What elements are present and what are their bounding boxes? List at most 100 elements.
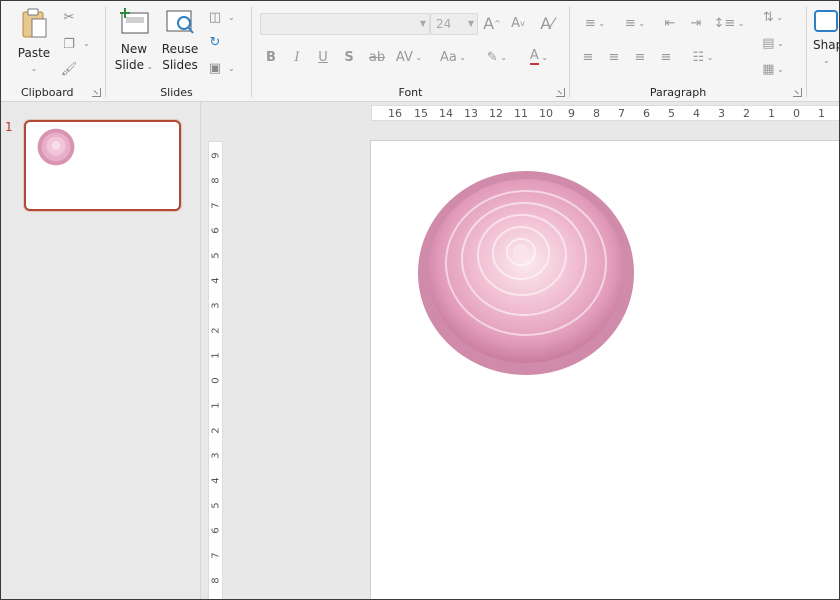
justify-icon: ≡ xyxy=(660,49,672,65)
line-spacing-button[interactable]: ↕≡ ⌄ xyxy=(712,13,746,33)
reuse-label-2: Slides xyxy=(162,58,198,72)
bold-button[interactable]: B xyxy=(262,47,280,67)
bullets-icon: ≡ xyxy=(584,15,596,31)
increase-indent-button[interactable]: ⇥ xyxy=(686,13,706,33)
align-text-icon: ▤ xyxy=(762,35,775,51)
font-launcher-icon[interactable] xyxy=(556,88,565,97)
strikethrough-button[interactable]: ab xyxy=(366,47,388,67)
underline-button[interactable]: U xyxy=(314,47,332,67)
flower-image[interactable] xyxy=(411,163,641,383)
char-spacing-button[interactable]: AV ⌄ xyxy=(394,47,424,67)
align-right-button[interactable]: ≡ xyxy=(630,47,650,67)
columns-button[interactable]: ☷ ⌄ xyxy=(686,47,720,67)
copy-button[interactable]: ❐ xyxy=(58,34,80,54)
clipboard-launcher-icon[interactable] xyxy=(92,88,101,97)
decrease-indent-button[interactable]: ⇤ xyxy=(660,13,680,33)
section-chevron-icon[interactable]: ⌄ xyxy=(228,64,235,73)
chevron-down-icon: ⌄ xyxy=(774,38,784,48)
change-case-button[interactable]: Aa ⌄ xyxy=(436,47,470,67)
new-slide-chevron-icon[interactable]: ⌄ xyxy=(144,62,154,71)
font-color-button[interactable]: A ⌄ xyxy=(522,47,556,67)
font-name-combo[interactable]: ▼ xyxy=(260,13,430,35)
ruler-tick: 9 xyxy=(568,107,575,120)
shadow-label: S xyxy=(344,49,354,65)
ruler-tick: 11 xyxy=(514,107,528,120)
chevron-down-icon: ⌄ xyxy=(456,52,467,62)
slide-canvas[interactable] xyxy=(370,140,839,599)
ruler-tick: 5 xyxy=(668,107,675,120)
flower-thumbnail-image xyxy=(37,128,75,166)
paragraph-launcher-icon[interactable] xyxy=(793,88,802,97)
ruler-tick: 1 xyxy=(210,402,222,409)
ruler-tick: 5 xyxy=(210,502,222,509)
ruler-tick: 10 xyxy=(539,107,553,120)
ruler-tick: 8 xyxy=(593,107,600,120)
ruler-tick: 6 xyxy=(643,107,650,120)
grow-font-button[interactable]: A ^ xyxy=(482,13,502,33)
slide-thumbnail-pane: 1 xyxy=(1,102,201,599)
slides-label: Slides xyxy=(160,86,193,99)
paragraph-label: Paragraph xyxy=(649,86,707,99)
slide-thumbnail[interactable] xyxy=(24,120,181,211)
layout-chevron-icon[interactable]: ⌄ xyxy=(228,13,235,22)
align-text-button[interactable]: ▤ ⌄ xyxy=(756,33,790,53)
columns-icon: ☷ xyxy=(692,49,705,65)
clear-formatting-button[interactable]: A⁄ xyxy=(536,13,558,33)
new-slide-button[interactable]: New Slide ⌄ xyxy=(114,7,154,75)
text-shadow-button[interactable]: S xyxy=(340,47,358,67)
paste-chevron-icon[interactable]: ⌄ xyxy=(13,61,55,77)
ruler-tick: 13 xyxy=(464,107,478,120)
font-size-value: 24 xyxy=(436,17,452,31)
ruler-tick: 7 xyxy=(618,107,625,120)
reuse-slides-button[interactable]: Reuse Slides xyxy=(160,7,200,73)
layout-button[interactable]: ◫ xyxy=(204,7,226,27)
ruler-tick: 7 xyxy=(210,552,222,559)
highlight-button[interactable]: ✎ ⌄ xyxy=(480,47,514,67)
font-color-icon: A xyxy=(529,48,539,65)
italic-button[interactable]: I xyxy=(288,47,306,67)
justify-button[interactable]: ≡ xyxy=(656,47,676,67)
align-left-button[interactable]: ≡ xyxy=(578,47,598,67)
ruler-tick: 7 xyxy=(210,202,222,209)
ruler-tick: 8 xyxy=(210,577,222,584)
chevron-down-icon: ⌄ xyxy=(635,18,646,28)
reuse-label-1: Reuse xyxy=(161,42,199,56)
chevron-down-icon: ⌄ xyxy=(412,52,423,62)
ruler-tick: 1 xyxy=(768,107,775,120)
format-painter-button[interactable]: 🖌 xyxy=(58,59,80,79)
ruler-tick: 6 xyxy=(210,527,222,534)
section-button[interactable]: ▣ xyxy=(204,58,226,78)
chevron-down-icon: ▼ xyxy=(419,19,426,28)
bullets-button[interactable]: ≡ ⌄ xyxy=(578,13,612,33)
ruler-tick: 0 xyxy=(793,107,800,120)
font-size-combo[interactable]: 24 ▼ xyxy=(430,13,478,35)
align-right-icon: ≡ xyxy=(634,49,646,65)
smartart-button[interactable]: ▦ ⌄ xyxy=(756,59,790,79)
cut-button[interactable]: ✂ xyxy=(58,7,80,27)
ruler-tick: 9 xyxy=(210,152,222,159)
align-center-icon: ≡ xyxy=(608,49,620,65)
shapes-button[interactable]: Shap ⌄ xyxy=(813,7,839,69)
ruler-tick: 2 xyxy=(743,107,750,120)
copy-chevron-icon[interactable]: ⌄ xyxy=(83,39,90,48)
align-left-icon: ≡ xyxy=(582,49,594,65)
ruler-tick: 16 xyxy=(388,107,402,120)
numbering-button[interactable]: ≡ ⌄ xyxy=(618,13,652,33)
chevron-down-icon: ⌄ xyxy=(538,52,549,62)
align-center-button[interactable]: ≡ xyxy=(604,47,624,67)
smartart-icon: ▦ xyxy=(762,61,775,77)
ruler-tick: 1 xyxy=(818,107,825,120)
paste-button[interactable]: Paste ⌄ xyxy=(13,7,55,77)
ruler-tick: 4 xyxy=(210,277,222,284)
shapes-chevron-icon[interactable]: ⌄ xyxy=(813,53,839,69)
reset-button[interactable]: ↻ xyxy=(204,32,226,52)
text-direction-button[interactable]: ⇅ ⌄ xyxy=(756,7,790,27)
grow-font-label: A xyxy=(483,13,495,33)
slides-group: New Slide ⌄ Reuse Slides ◫ ⌄ ↻ ▣ ⌄ Slide… xyxy=(106,1,251,102)
ruler-tick: 0 xyxy=(210,377,222,384)
numbering-icon: ≡ xyxy=(624,15,636,31)
reuse-slides-icon xyxy=(166,10,194,34)
shrink-font-button[interactable]: Av xyxy=(508,13,528,33)
caret-down-icon: v xyxy=(520,18,525,28)
paste-icon xyxy=(22,8,47,38)
